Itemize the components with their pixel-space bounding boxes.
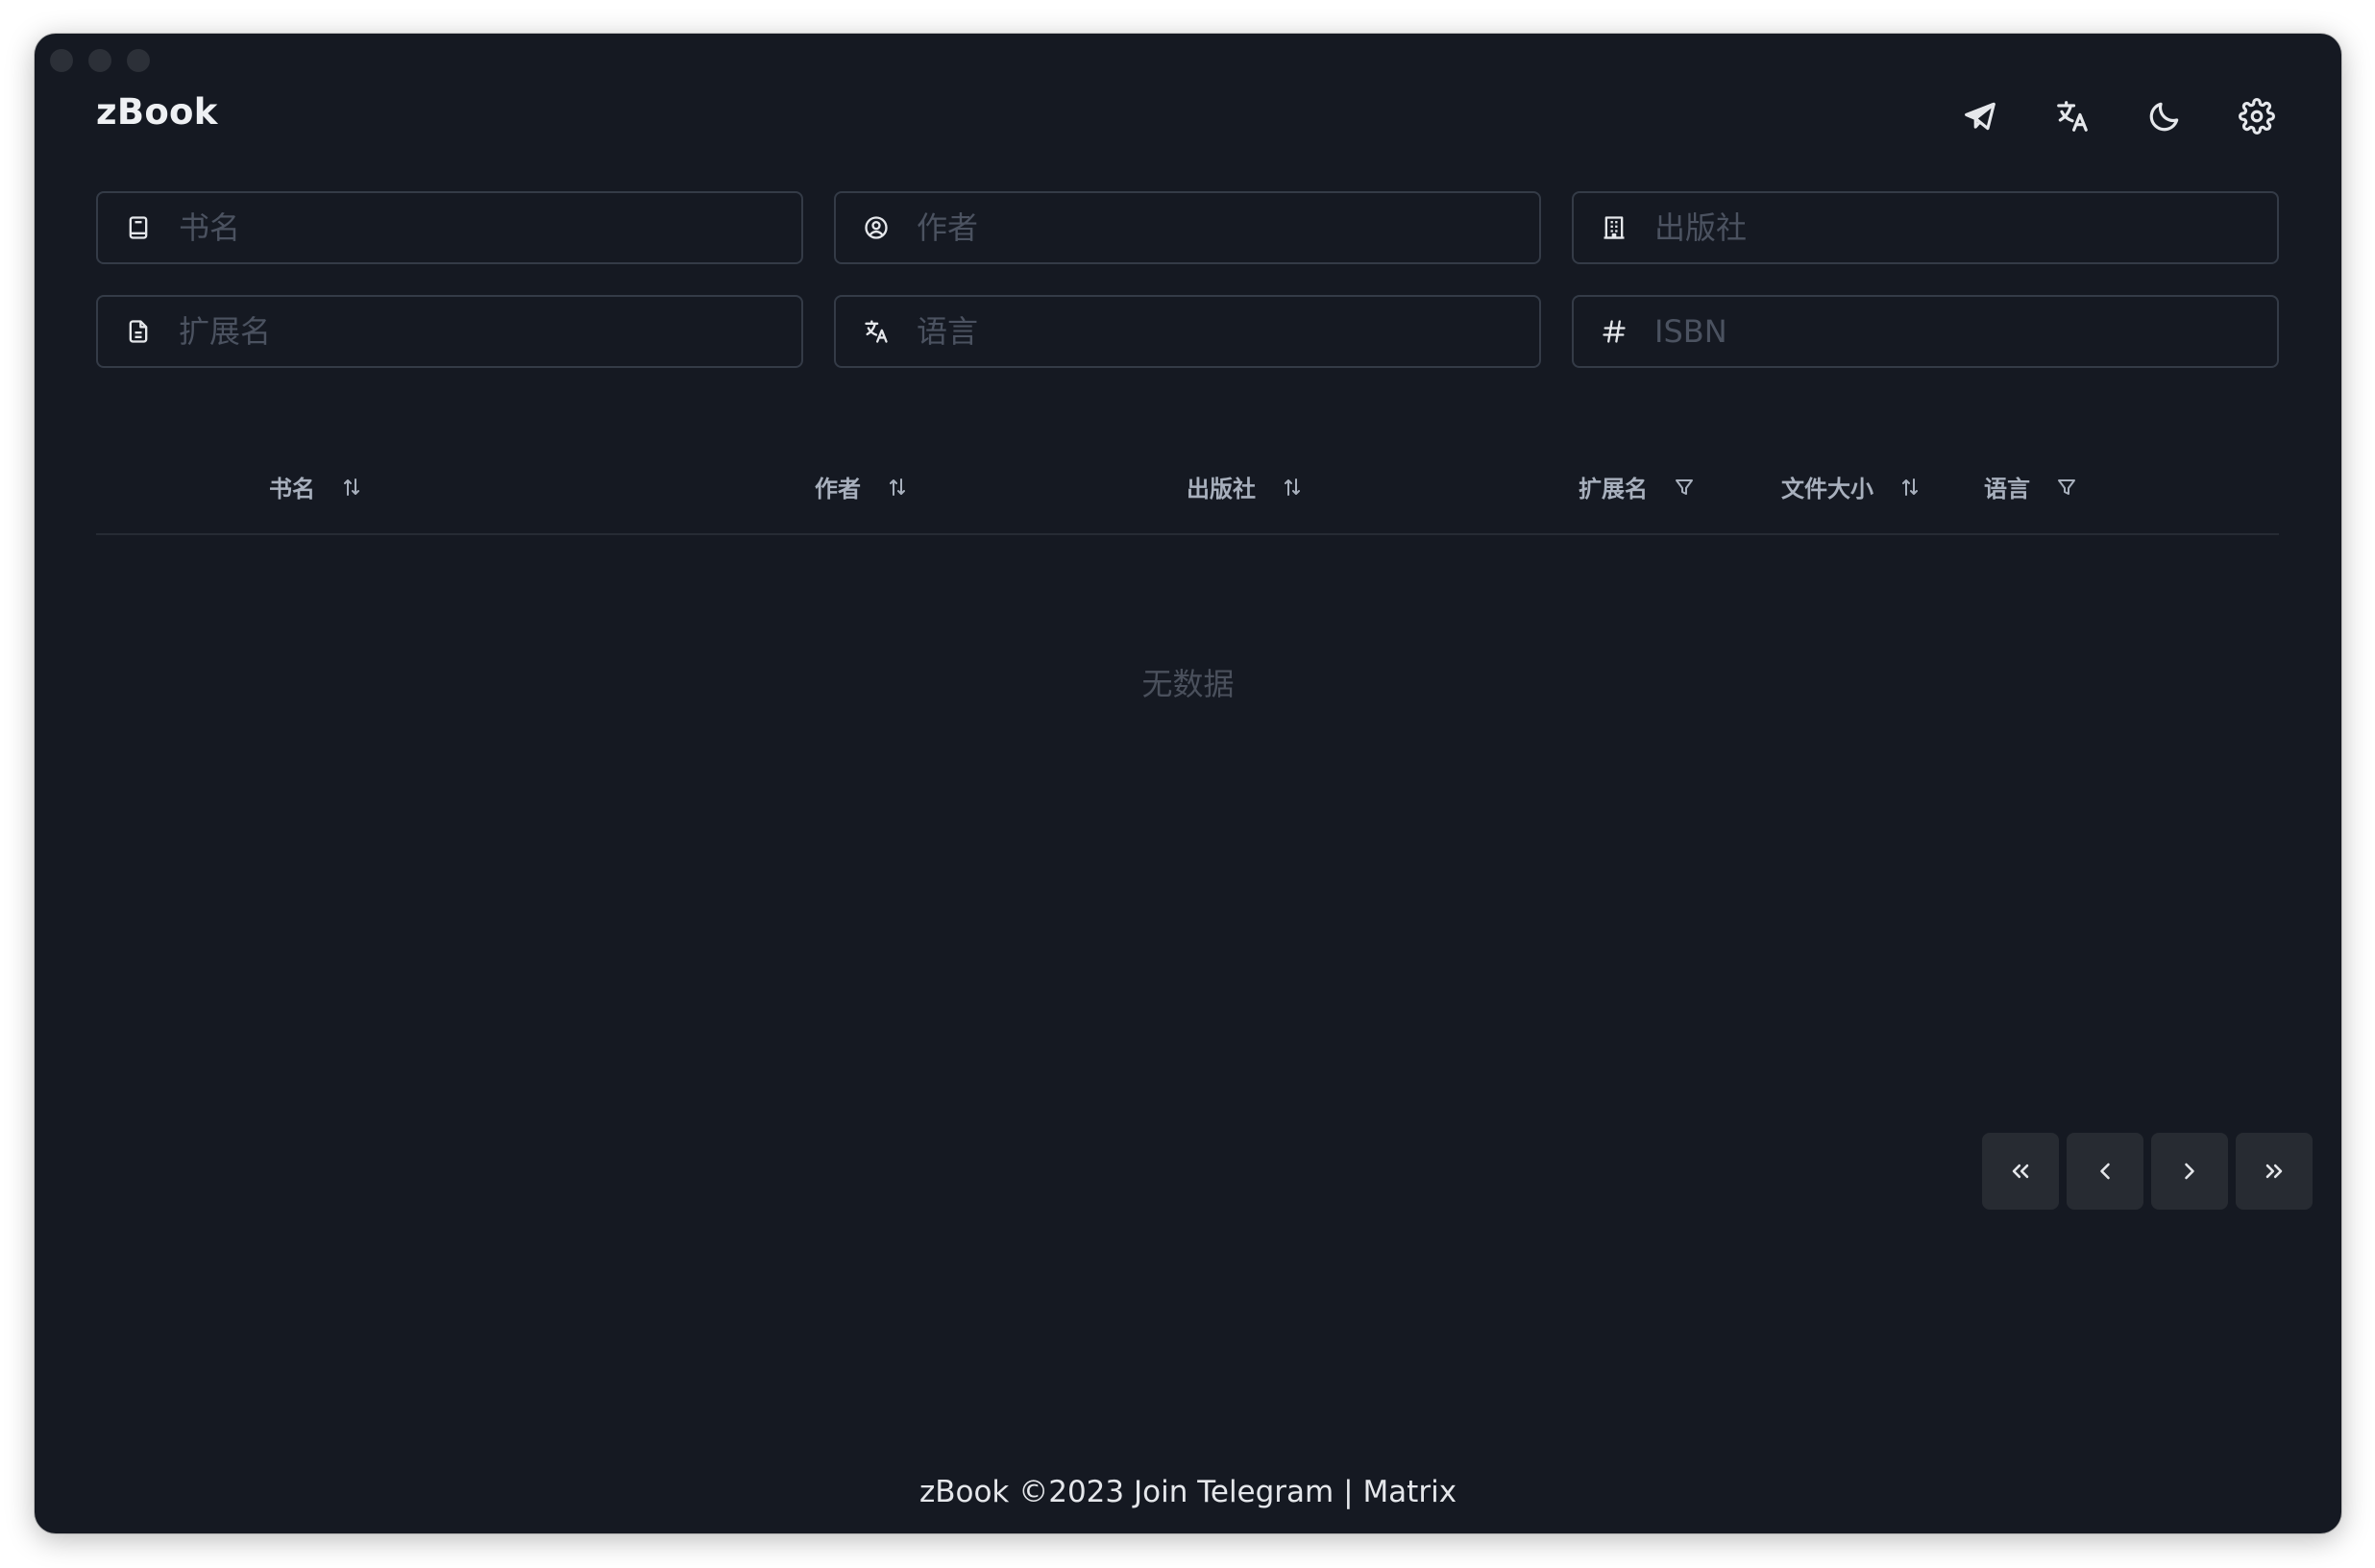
app-window: zBook 书名 作者 出版社 扩展名 语言 ISBN 书名 作者 出版社 扩展… (35, 34, 2341, 1533)
table-header: 书名 作者 出版社 扩展名 文件大小 语言 (96, 441, 2279, 535)
empty-state: 无数据 (1141, 666, 1235, 702)
settings-icon (2239, 98, 2275, 135)
language-button[interactable] (2047, 91, 2097, 141)
column-header-filesize[interactable]: 文件大小 (1781, 470, 1922, 503)
window-minimize-dot[interactable] (88, 49, 111, 72)
sort-icon[interactable] (1281, 476, 1304, 499)
author-input[interactable] (915, 208, 1539, 247)
column-label: 扩展名 (1579, 476, 1648, 502)
publisher-input[interactable] (1653, 208, 2277, 247)
language-input[interactable] (915, 312, 1539, 351)
window-controls (50, 49, 150, 72)
sort-icon[interactable] (340, 476, 363, 499)
title-field[interactable] (96, 191, 803, 264)
theme-toggle-button[interactable] (2140, 91, 2190, 141)
column-header-author[interactable]: 作者 (815, 470, 909, 503)
moon-icon (2149, 102, 2179, 132)
filter-icon[interactable] (1673, 476, 1696, 499)
publisher-field[interactable] (1572, 191, 2279, 264)
extension-field[interactable] (96, 295, 803, 368)
filter-icon[interactable] (2055, 476, 2078, 499)
top-actions (1955, 91, 2282, 141)
telegram-button[interactable] (1955, 91, 2005, 141)
sort-icon[interactable] (886, 476, 909, 499)
column-header-extension[interactable]: 扩展名 (1579, 470, 1696, 503)
file-icon (119, 312, 158, 351)
footer-separator: | (1343, 1475, 1354, 1509)
chevron-left-icon (2100, 1163, 2110, 1180)
column-label: 出版社 (1187, 476, 1256, 502)
column-header-language[interactable]: 语言 (1984, 470, 2078, 503)
translate-icon (2057, 101, 2088, 132)
next-page-button[interactable] (2151, 1133, 2228, 1210)
app-title[interactable]: zBook (96, 91, 218, 133)
telegram-link[interactable]: Join Telegram (1134, 1475, 1334, 1509)
matrix-link[interactable]: Matrix (1362, 1475, 1457, 1509)
hash-icon (1595, 312, 1633, 351)
first-page-button[interactable] (1982, 1133, 2059, 1210)
column-header-publisher[interactable]: 出版社 (1187, 470, 1304, 503)
footer-copyright: zBook ©2023 (918, 1475, 1125, 1509)
isbn-input[interactable] (1653, 312, 2277, 351)
footer: zBook ©2023 Join Telegram | Matrix (35, 1475, 2341, 1509)
search-filters (96, 191, 2279, 368)
chevrons-left-icon (2012, 1164, 2029, 1179)
isbn-field[interactable] (1572, 295, 2279, 368)
translate-icon (857, 312, 895, 351)
author-field[interactable] (834, 191, 1541, 264)
chevron-right-icon (2185, 1163, 2194, 1180)
settings-button[interactable] (2232, 91, 2282, 141)
prev-page-button[interactable] (2067, 1133, 2143, 1210)
telegram-icon (1965, 102, 1995, 131)
window-zoom-dot[interactable] (127, 49, 150, 72)
pagination (1982, 1133, 2313, 1210)
column-label: 作者 (815, 476, 861, 502)
window-close-dot[interactable] (50, 49, 73, 72)
sort-icon[interactable] (1898, 476, 1922, 499)
last-page-button[interactable] (2236, 1133, 2313, 1210)
column-label: 文件大小 (1781, 476, 1873, 502)
user-circle-icon (857, 208, 895, 247)
column-label: 语言 (1984, 476, 2030, 502)
column-label: 书名 (269, 476, 315, 502)
building-icon (1595, 208, 1633, 247)
language-field[interactable] (834, 295, 1541, 368)
book-icon (119, 208, 158, 247)
column-header-title[interactable]: 书名 (269, 470, 363, 503)
extension-input[interactable] (177, 312, 801, 351)
title-input[interactable] (177, 208, 801, 247)
chevrons-right-icon (2265, 1164, 2283, 1179)
